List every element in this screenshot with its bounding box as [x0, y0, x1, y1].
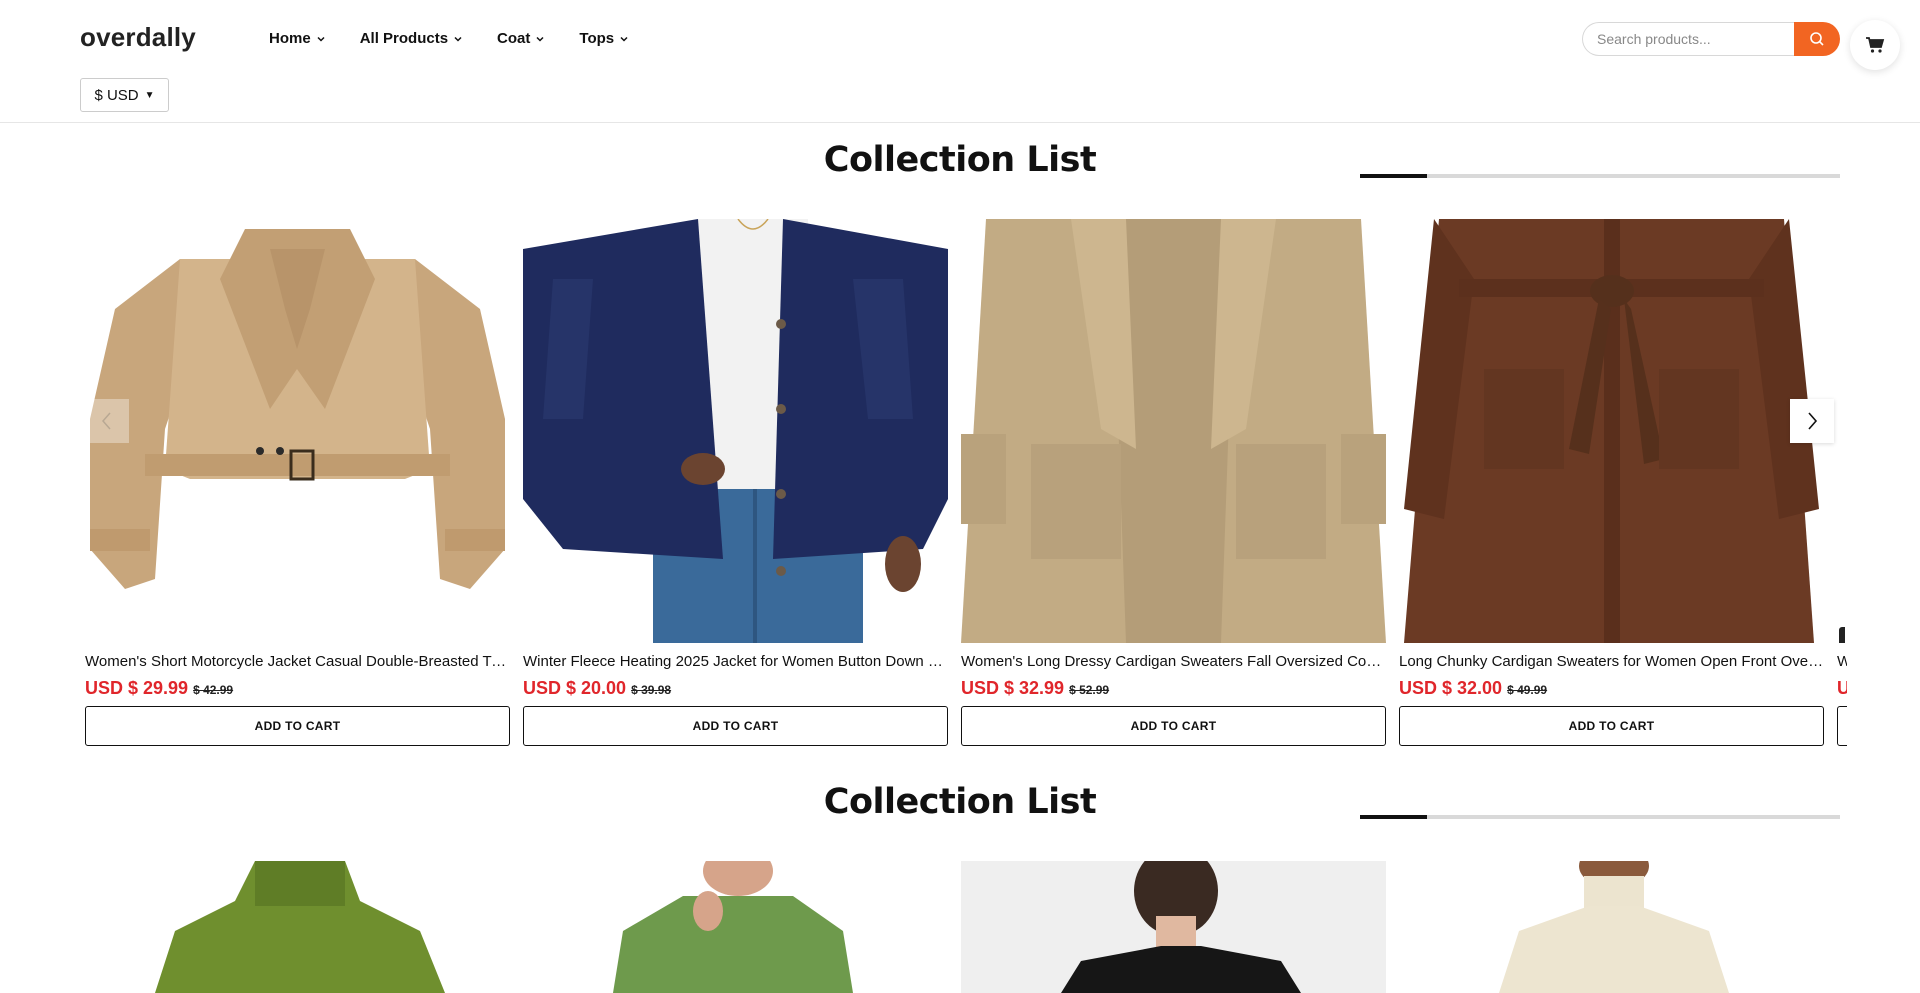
product-prices: USD $ 20.00 $ 39.98 — [523, 678, 671, 699]
product-image[interactable] — [523, 219, 948, 643]
site-header: overdally Home All Products Coat Tops $ … — [0, 0, 1920, 123]
add-to-cart-button[interactable]: ADD TO CART — [961, 706, 1386, 746]
product-image[interactable] — [961, 861, 1386, 993]
product-image[interactable] — [1399, 219, 1824, 643]
currency-selector[interactable]: $ USD ▼ — [80, 78, 169, 112]
peek-price: U — [1837, 678, 1847, 698]
chevron-down-icon — [454, 36, 462, 42]
site-logo[interactable]: overdally — [80, 22, 196, 53]
nav-label: Coat — [497, 30, 531, 47]
add-to-cart-button[interactable]: ADD TO CART — [1399, 706, 1824, 746]
currency-label: $ USD — [94, 86, 139, 104]
product-compare-price: $ 52.99 — [1069, 683, 1110, 697]
carousel-progress — [1360, 815, 1840, 819]
nav-item-home[interactable]: Home — [269, 30, 326, 47]
main-nav: Home All Products Coat Tops — [269, 30, 663, 47]
product-price: USD $ 20.00 — [523, 678, 627, 698]
product-title[interactable]: Winter Fleece Heating 2025 Jacket for Wo… — [523, 653, 948, 670]
product-compare-price: $ 39.98 — [631, 683, 672, 697]
nav-label: Home — [269, 30, 311, 47]
product-price: USD $ 32.00 — [1399, 678, 1503, 698]
carousel-progress-fill — [1360, 815, 1428, 819]
chevron-down-icon — [536, 36, 544, 42]
add-to-cart-button[interactable]: ADD TO CART — [523, 706, 948, 746]
chevron-right-icon — [1808, 412, 1818, 430]
nav-label: Tops — [579, 30, 615, 47]
product-image[interactable] — [85, 861, 510, 993]
product-compare-price: $ 42.99 — [193, 683, 234, 697]
product-image[interactable] — [523, 861, 948, 993]
chevron-down-icon — [620, 36, 628, 42]
nav-item-tops[interactable]: Tops — [579, 30, 629, 47]
carousel-progress — [1360, 174, 1840, 178]
cart-button[interactable] — [1850, 20, 1900, 70]
chevron-left-icon — [102, 412, 111, 430]
search-bar — [1582, 22, 1840, 56]
product-prices: USD $ 32.00 $ 49.99 — [1399, 678, 1547, 699]
nav-item-all-products[interactable]: All Products — [360, 30, 463, 47]
carousel-next-button[interactable] — [1790, 399, 1834, 443]
add-to-cart-button[interactable]: ADD TO CART — [85, 706, 510, 746]
product-image[interactable] — [1399, 861, 1824, 993]
product-image[interactable] — [85, 219, 510, 643]
search-input[interactable] — [1582, 22, 1794, 56]
product-price: USD $ 32.99 — [961, 678, 1065, 698]
nav-label: All Products — [359, 30, 449, 47]
search-button[interactable] — [1794, 22, 1840, 56]
carousel-progress-fill — [1360, 174, 1428, 178]
chevron-down-icon — [317, 36, 325, 42]
product-prices: USD $ 29.99 $ 42.99 — [85, 678, 233, 699]
carousel-prev-button[interactable] — [85, 399, 129, 443]
next-card-peek: W U — [1837, 219, 1847, 746]
peek-title: W — [1837, 653, 1847, 670]
product-title[interactable]: Long Chunky Cardigan Sweaters for Women … — [1399, 653, 1824, 670]
caret-down-icon: ▼ — [144, 89, 155, 101]
product-title[interactable]: Women's Long Dressy Cardigan Sweaters Fa… — [961, 653, 1386, 670]
product-compare-price: $ 49.99 — [1507, 683, 1548, 697]
cart-icon — [1866, 37, 1885, 53]
product-image[interactable] — [961, 219, 1386, 643]
product-title[interactable]: Women's Short Motorcycle Jacket Casual D… — [85, 653, 510, 670]
nav-item-coat[interactable]: Coat — [497, 30, 545, 47]
search-icon — [1810, 32, 1824, 46]
product-prices: USD $ 32.99 $ 52.99 — [961, 678, 1109, 699]
product-price: USD $ 29.99 — [85, 678, 189, 698]
